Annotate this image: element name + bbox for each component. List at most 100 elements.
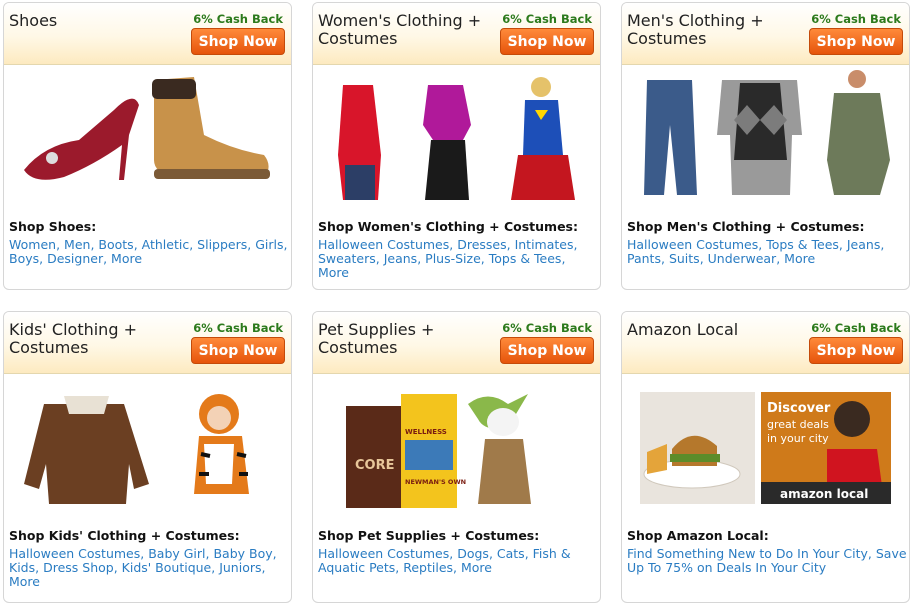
link-separator: ,	[776, 251, 785, 266]
card-title[interactable]: Men's Clothing + Costumes	[627, 12, 807, 48]
card-title[interactable]: Shoes	[9, 12, 189, 30]
link-list: Halloween Costumes, Tops & Tees, Jeans, …	[627, 238, 909, 266]
link-separator: ,	[272, 546, 277, 561]
link-separator: ,	[453, 560, 461, 575]
shop-now-button[interactable]: Shop Now	[191, 337, 285, 364]
card-header: Shoes 6% Cash Back Shop Now	[4, 3, 291, 65]
category-link[interactable]: Halloween Costumes	[627, 237, 758, 252]
link-separator: ,	[449, 237, 458, 252]
card-header: Kids' Clothing + Costumes 6% Cash Back S…	[4, 312, 291, 374]
category-link[interactable]: Designer	[47, 251, 103, 266]
category-link[interactable]: Juniors	[219, 560, 261, 575]
category-link[interactable]: Plus-Size	[425, 251, 481, 266]
category-link[interactable]: Girls	[255, 237, 283, 252]
category-image[interactable]	[4, 374, 291, 524]
link-separator: ,	[573, 237, 578, 252]
shop-now-button[interactable]: Shop Now	[809, 28, 903, 55]
category-link[interactable]: Halloween Costumes	[318, 546, 449, 561]
svg-text:amazon local: amazon local	[780, 487, 868, 501]
link-list: Halloween Costumes, Dresses, Intimates, …	[318, 238, 600, 280]
category-card-pet-supplies: Pet Supplies + Costumes 6% Cash Back Sho…	[312, 311, 601, 603]
link-separator: ,	[375, 251, 384, 266]
category-link[interactable]: Halloween Costumes	[9, 546, 140, 561]
svg-text:NEWMAN'S OWN: NEWMAN'S OWN	[405, 478, 466, 486]
link-separator: ,	[880, 237, 885, 252]
category-link[interactable]: Tops & Tees	[489, 251, 562, 266]
category-link[interactable]: More	[9, 574, 40, 589]
category-link[interactable]: Women	[9, 237, 56, 252]
cashback-badge: 6% Cash Back	[502, 321, 592, 335]
category-card-shoes: Shoes 6% Cash Back Shop Now Shop Shoes: …	[3, 2, 292, 290]
category-link[interactable]: Jeans	[384, 251, 417, 266]
link-separator: ,	[35, 560, 44, 575]
card-title[interactable]: Kids' Clothing + Costumes	[9, 321, 189, 357]
amazon-local-illustration: Discover great deals in your city amazon…	[640, 392, 891, 504]
shop-now-button[interactable]: Shop Now	[191, 28, 285, 55]
shop-label: Shop Women's Clothing + Costumes:	[318, 219, 578, 234]
svg-text:Discover: Discover	[767, 401, 831, 416]
category-link[interactable]: More	[111, 251, 142, 266]
category-link[interactable]: Jeans	[847, 237, 880, 252]
category-image[interactable]	[313, 65, 600, 215]
category-link[interactable]: Dress Shop	[43, 560, 114, 575]
card-title[interactable]: Women's Clothing + Costumes	[318, 12, 498, 48]
link-separator: ,	[189, 237, 198, 252]
category-image[interactable]: CORE WELLNESS NEWMAN'S OWN	[313, 374, 600, 524]
shop-now-button[interactable]: Shop Now	[500, 28, 594, 55]
category-link[interactable]: Halloween Costumes	[318, 237, 449, 252]
womens-clothing-illustration	[338, 77, 575, 200]
card-title[interactable]: Amazon Local	[627, 321, 807, 339]
category-link[interactable]: Kids' Boutique	[122, 560, 212, 575]
shop-now-button[interactable]: Shop Now	[809, 337, 903, 364]
link-separator: ,	[261, 560, 266, 575]
category-link[interactable]: Pants	[627, 251, 661, 266]
category-link[interactable]: Underwear	[708, 251, 777, 266]
category-image[interactable]	[622, 65, 909, 215]
category-link[interactable]: Boys	[9, 251, 39, 266]
link-separator: ,	[838, 237, 847, 252]
link-separator: ,	[867, 546, 876, 561]
category-link[interactable]: Find Something New to Do In Your City	[627, 546, 868, 561]
category-link[interactable]: Intimates	[515, 237, 574, 252]
cashback-badge: 6% Cash Back	[193, 12, 283, 26]
category-link[interactable]: Baby Boy	[213, 546, 272, 561]
category-image[interactable]: Discover great deals in your city amazon…	[622, 374, 909, 524]
category-link[interactable]: Baby Girl	[148, 546, 205, 561]
svg-text:in your city: in your city	[767, 432, 829, 445]
svg-text:great deals: great deals	[767, 418, 829, 431]
mens-clothing-illustration	[644, 70, 890, 195]
category-link[interactable]: Boots	[98, 237, 133, 252]
cashback-badge: 6% Cash Back	[811, 12, 901, 26]
card-title[interactable]: Pet Supplies + Costumes	[318, 321, 498, 357]
link-separator: ,	[506, 237, 515, 252]
category-link[interactable]: Sweaters	[318, 251, 376, 266]
shop-label: Shop Amazon Local:	[627, 528, 769, 543]
link-separator: ,	[133, 237, 142, 252]
shop-label: Shop Kids' Clothing + Costumes:	[9, 528, 240, 543]
category-link[interactable]: More	[461, 560, 492, 575]
shop-now-button[interactable]: Shop Now	[500, 337, 594, 364]
category-image[interactable]	[4, 65, 291, 215]
category-link[interactable]: Kids	[9, 560, 35, 575]
card-header: Amazon Local 6% Cash Back Shop Now	[622, 312, 909, 374]
link-separator: ,	[39, 251, 48, 266]
category-link[interactable]: Dresses	[457, 237, 506, 252]
link-separator: ,	[561, 251, 566, 266]
category-link[interactable]: Slippers	[197, 237, 247, 252]
category-link[interactable]: Athletic	[142, 237, 190, 252]
category-link[interactable]: Dogs	[457, 546, 489, 561]
link-list: Find Something New to Do In Your City, S…	[627, 547, 909, 575]
link-separator: ,	[283, 237, 288, 252]
pet-supplies-illustration: CORE WELLNESS NEWMAN'S OWN	[346, 394, 531, 508]
link-list: Women, Men, Boots, Athletic, Slippers, G…	[9, 238, 291, 266]
link-list: Halloween Costumes, Dogs, Cats, Fish & A…	[318, 547, 600, 575]
category-link[interactable]: Suits	[669, 251, 700, 266]
link-separator: ,	[417, 251, 426, 266]
category-link[interactable]: Tops & Tees	[766, 237, 839, 252]
category-link[interactable]: More	[318, 265, 349, 280]
category-link[interactable]: Men	[64, 237, 90, 252]
link-separator: ,	[524, 546, 533, 561]
category-link[interactable]: More	[784, 251, 815, 266]
category-link[interactable]: Cats	[497, 546, 525, 561]
category-link[interactable]: Reptiles	[403, 560, 453, 575]
